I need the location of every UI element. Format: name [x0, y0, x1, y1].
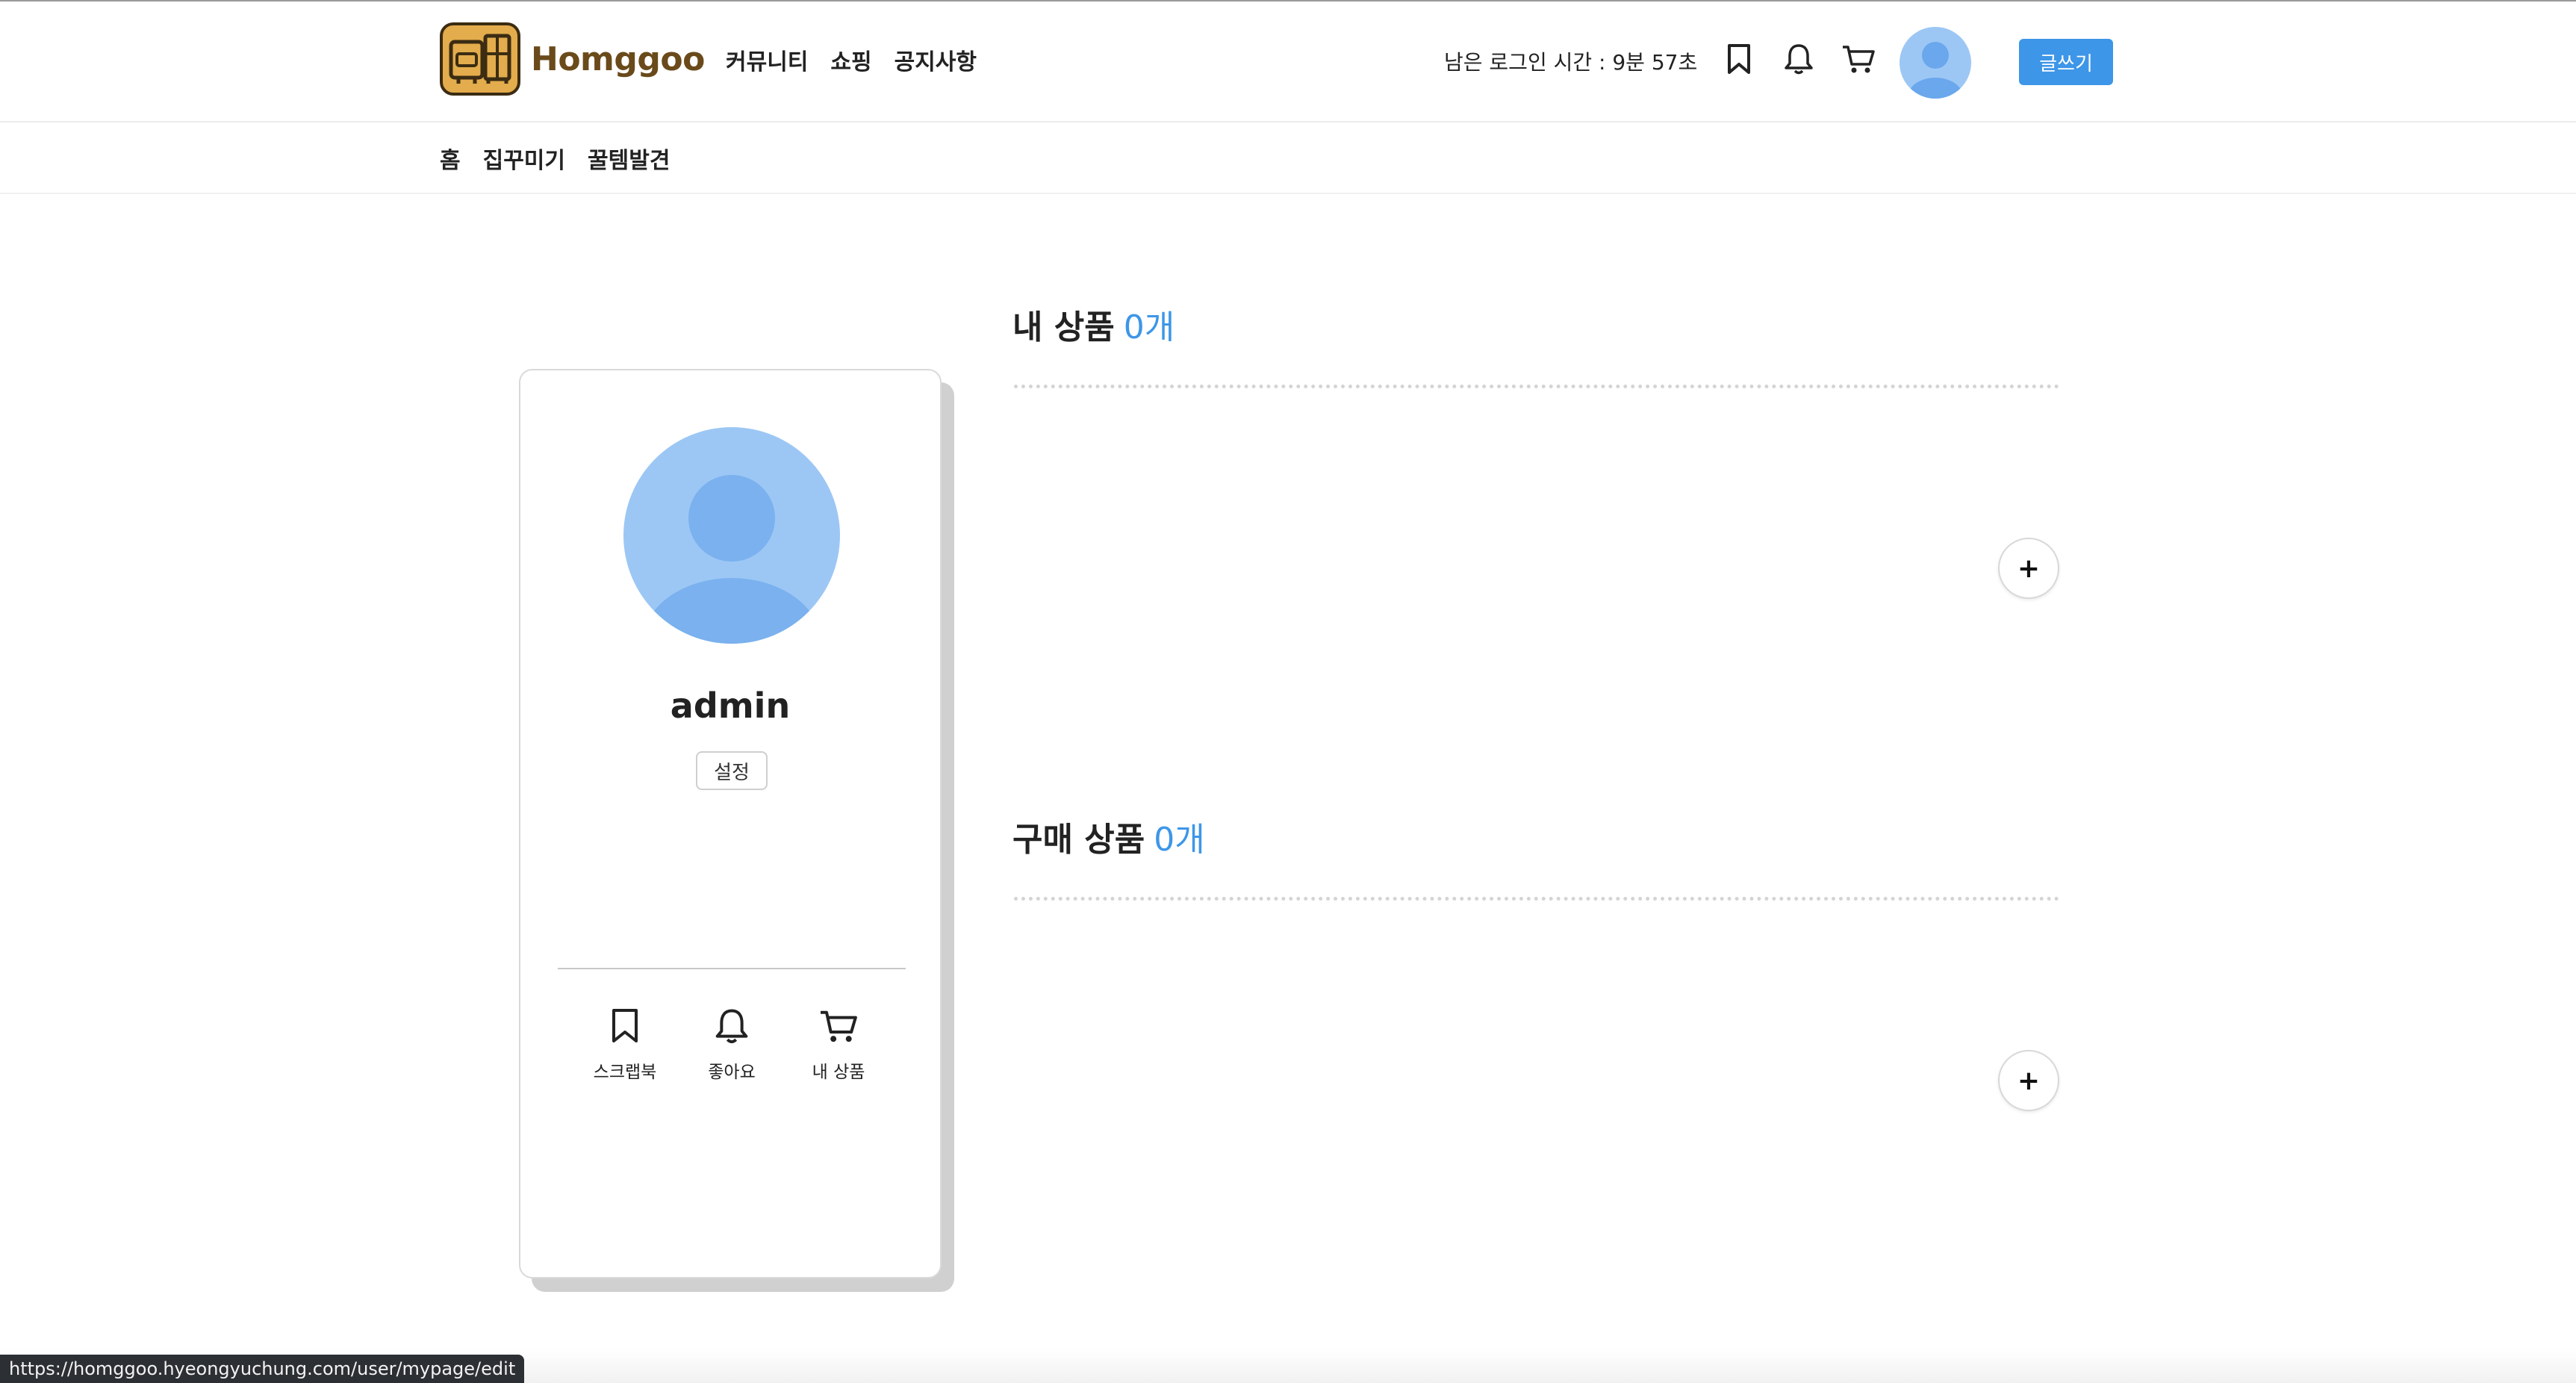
- profile-username: admin: [670, 686, 791, 726]
- profile-avatar: [623, 427, 840, 644]
- add-purchased-product-button[interactable]: +: [1998, 1050, 2059, 1111]
- nav-item-shopping[interactable]: 쇼핑: [830, 43, 871, 76]
- subnav-item-home[interactable]: 홈: [440, 142, 461, 175]
- sub-nav: 홈 집꾸미기 꿀템발견: [440, 142, 670, 175]
- subnav-divider: [0, 193, 2576, 194]
- cart-icon[interactable]: [1840, 40, 1877, 78]
- purchased-products-divider: [1014, 897, 2059, 901]
- purchased-products-title: 구매 상품: [1012, 821, 1145, 859]
- settings-button[interactable]: 설정: [696, 751, 768, 790]
- my-products-divider: [1014, 385, 2059, 388]
- nav-item-notice[interactable]: 공지사항: [895, 43, 977, 76]
- likes-action[interactable]: 좋아요: [679, 1005, 784, 1083]
- card-divider: [558, 968, 906, 969]
- profile-actions: 스크랩북 좋아요 내 상품: [573, 1005, 891, 1083]
- scrapbook-label: 스크랩북: [593, 1063, 657, 1082]
- login-timer: 남은 로그인 시간 : 9분 57초: [1444, 50, 1698, 75]
- nav-item-community[interactable]: 커뮤니티: [726, 43, 808, 76]
- brand-name: Homggoo: [531, 40, 705, 78]
- my-products-title: 내 상품: [1012, 308, 1115, 346]
- main-nav: 커뮤니티 쇼핑 공지사항: [726, 43, 977, 76]
- link-status-bar: https://homggoo.hyeongyuchung.com/user/m…: [0, 1355, 525, 1383]
- scrapbook-action[interactable]: 스크랩북: [573, 1005, 677, 1083]
- purchased-products-count: 0개: [1154, 821, 1205, 859]
- profile-card: admin 설정 스크랩북 좋아요 내 상품: [519, 369, 942, 1278]
- cart-icon: [818, 1005, 859, 1047]
- write-button[interactable]: 글쓰기: [2019, 39, 2113, 85]
- bell-icon[interactable]: [1780, 40, 1817, 78]
- my-products-action[interactable]: 내 상품: [786, 1005, 891, 1083]
- bookmark-icon: [604, 1005, 646, 1047]
- my-products-label: 내 상품: [812, 1063, 865, 1082]
- brand-logo[interactable]: Homggoo: [440, 22, 705, 96]
- my-products-heading: 내 상품 0개: [1012, 300, 1175, 348]
- add-my-product-button[interactable]: +: [1998, 538, 2059, 599]
- my-products-count: 0개: [1123, 308, 1175, 346]
- likes-label: 좋아요: [708, 1063, 756, 1082]
- purchased-products-heading: 구매 상품 0개: [1012, 812, 1205, 860]
- subnav-item-decorate[interactable]: 집꾸미기: [483, 142, 565, 175]
- subnav-item-discover[interactable]: 꿀템발견: [588, 142, 670, 175]
- user-avatar[interactable]: [1900, 27, 1971, 99]
- logo-icon: [440, 22, 520, 96]
- top-header: Homggoo 커뮤니티 쇼핑 공지사항 남은 로그인 시간 : 9분 57초 …: [0, 1, 2576, 122]
- bell-icon: [711, 1005, 753, 1047]
- bookmark-icon[interactable]: [1720, 40, 1758, 78]
